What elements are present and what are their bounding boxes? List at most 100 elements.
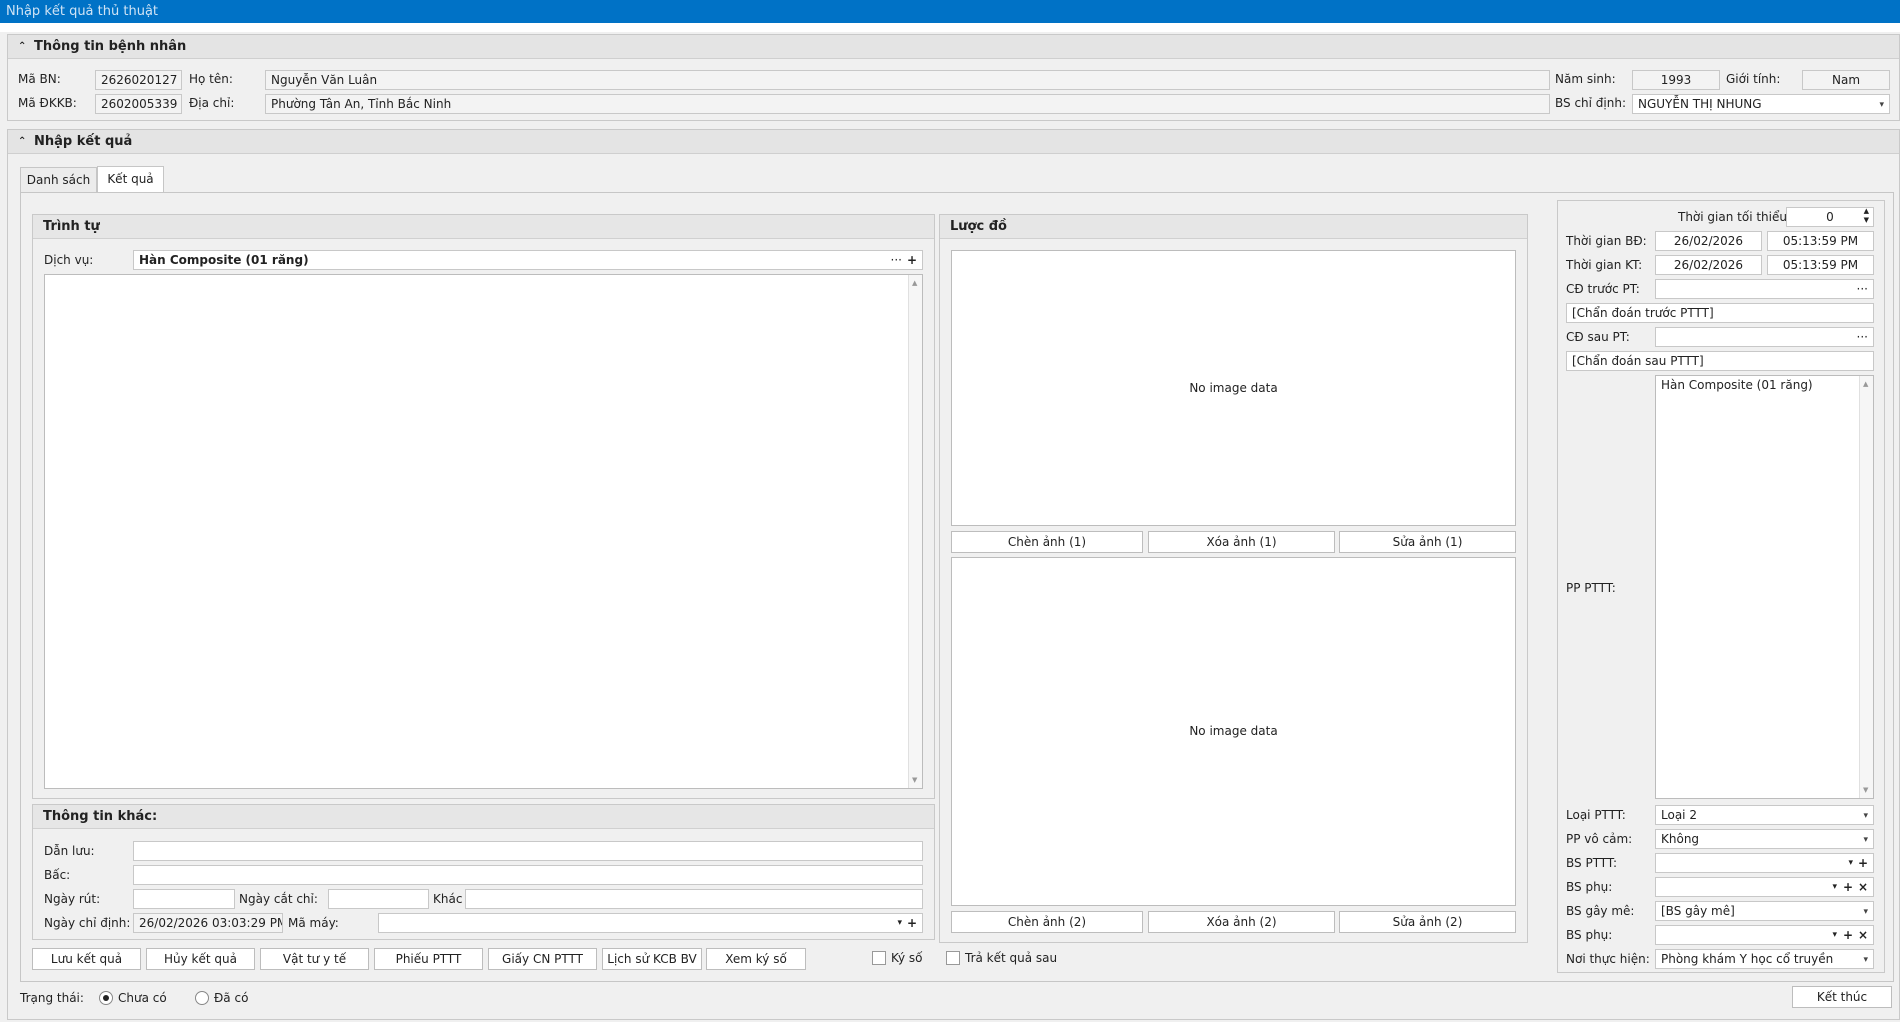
status-chua-co-radio[interactable] [99, 991, 113, 1005]
khac-input[interactable] [465, 889, 923, 909]
pp-pttt-value: Hàn Composite (01 răng) [1661, 378, 1813, 392]
tra-ket-qua-checkbox[interactable] [946, 951, 960, 965]
bs-phu-select[interactable]: ▾ + × [1655, 877, 1874, 897]
insert-image-1-button[interactable]: Chèn ảnh (1) [951, 531, 1143, 553]
status-label: Trạng thái: [20, 991, 84, 1005]
ky-so-checkbox[interactable] [872, 951, 886, 965]
scroll-down-icon[interactable]: ▼ [912, 776, 917, 784]
pp-pttt-scrollbar[interactable]: ▲ ▼ [1859, 376, 1873, 798]
chevron-down-icon[interactable]: ▾ [1832, 926, 1837, 944]
ho-ten-field[interactable]: Nguyễn Văn Luân [265, 70, 1550, 90]
save-result-button[interactable]: Lưu kết quả [32, 948, 141, 970]
chevron-down-icon[interactable]: ▾ [1863, 831, 1868, 848]
plus-icon[interactable]: + [907, 251, 917, 269]
tg-kt-date[interactable]: 26/02/2026 [1655, 255, 1762, 275]
close-icon[interactable]: × [1858, 878, 1868, 896]
nam-sinh-field[interactable]: 1993 [1632, 70, 1720, 90]
ngay-chi-dinh-field[interactable]: 26/02/2026 03:03:29 PM [133, 913, 283, 933]
insert-image-2-button[interactable]: Chèn ảnh (2) [951, 911, 1143, 933]
ellipsis-icon[interactable]: ··· [1857, 280, 1868, 298]
tg-bd-date[interactable]: 26/02/2026 [1655, 231, 1762, 251]
bs-gay-me-value: [BS gây mê] [1661, 904, 1735, 918]
plus-icon[interactable]: + [907, 914, 917, 932]
close-icon[interactable]: × [1858, 926, 1868, 944]
bs-pttt-select[interactable]: ▾ + [1655, 853, 1874, 873]
collapse-icon[interactable]: ⌃ [18, 130, 26, 154]
view-signature-button[interactable]: Xem ký số [706, 948, 806, 970]
bs-gay-me-select[interactable]: [BS gây mê] ▾ [1655, 901, 1874, 921]
pttt-certificate-button[interactable]: Giấy CN PTTT [488, 948, 597, 970]
chevron-down-icon[interactable]: ▾ [1879, 96, 1884, 113]
status-da-co-radio[interactable] [195, 991, 209, 1005]
dia-chi-field[interactable]: Phường Tân An, Tỉnh Bắc Ninh [265, 94, 1550, 114]
tab-ket-qua[interactable]: Kết quả [97, 166, 164, 193]
edit-image-1-button[interactable]: Sửa ảnh (1) [1339, 531, 1516, 553]
scroll-up-icon[interactable]: ▲ [1863, 380, 1868, 388]
chevron-down-icon[interactable]: ▾ [1863, 903, 1868, 920]
ellipsis-icon[interactable]: ··· [1857, 328, 1868, 346]
chevron-down-icon[interactable]: ▾ [1832, 878, 1837, 896]
delete-image-1-button[interactable]: Xóa ảnh (1) [1148, 531, 1335, 553]
result-header[interactable]: ⌃ Nhập kết quả [8, 130, 1899, 154]
finish-button[interactable]: Kết thúc [1792, 986, 1892, 1008]
trinh-tu-editor[interactable]: ▲ ▼ [44, 274, 923, 789]
bs-chi-dinh-select[interactable]: NGUYỄN THỊ NHUNG ▾ [1632, 94, 1890, 114]
tg-bd-time[interactable]: 05:13:59 PM [1767, 231, 1874, 251]
cancel-result-button[interactable]: Hủy kết quả [146, 948, 255, 970]
ma-bn-field[interactable]: 2626020127 [95, 70, 182, 90]
tg-bd-label: Thời gian BĐ: [1566, 234, 1647, 248]
cd-truoc-text[interactable]: [Chẩn đoán trước PTTT] [1566, 303, 1874, 323]
cd-sau-text[interactable]: [Chẩn đoán sau PTTT] [1566, 351, 1874, 371]
ngay-cat-chi-input[interactable] [328, 889, 429, 909]
chevron-down-icon[interactable]: ▾ [1863, 807, 1868, 824]
chevron-down-icon[interactable]: ▾ [1848, 854, 1853, 872]
other-info-header: Thông tin khác: [33, 805, 934, 829]
tg-toi-thieu-spinner[interactable]: 0 ▲ ▼ [1786, 207, 1874, 227]
cd-sau-field[interactable]: ··· [1655, 327, 1874, 347]
noi-thuc-hien-select[interactable]: Phòng khám Y học cổ truyền ▾ [1655, 949, 1874, 969]
image-1-area[interactable]: No image data [951, 250, 1516, 526]
tg-kt-time[interactable]: 05:13:59 PM [1767, 255, 1874, 275]
cd-sau-label: CĐ sau PT: [1566, 330, 1630, 344]
trinh-tu-scrollbar[interactable]: ▲ ▼ [908, 275, 922, 788]
collapse-icon[interactable]: ⌃ [18, 35, 26, 59]
bac-input[interactable] [133, 865, 923, 885]
dan-luu-label: Dẫn lưu: [44, 844, 95, 858]
delete-image-2-button[interactable]: Xóa ảnh (2) [1148, 911, 1335, 933]
title-underline [0, 23, 1900, 32]
gioi-tinh-field[interactable]: Nam [1802, 70, 1890, 90]
ngay-rut-label: Ngày rút: [44, 892, 101, 906]
pttt-form-button[interactable]: Phiếu PTTT [374, 948, 483, 970]
patient-info-header[interactable]: ⌃ Thông tin bệnh nhân [8, 35, 1899, 59]
loai-pttt-value: Loại 2 [1661, 808, 1697, 822]
image-2-area[interactable]: No image data [951, 557, 1516, 906]
ma-may-select[interactable]: ▾ + [378, 913, 923, 933]
ellipsis-icon[interactable]: ··· [891, 251, 902, 269]
scroll-up-icon[interactable]: ▲ [912, 279, 917, 287]
nam-sinh-label: Năm sinh: [1555, 72, 1616, 86]
tab-danh-sach[interactable]: Danh sách [20, 167, 97, 193]
cd-truoc-field[interactable]: ··· [1655, 279, 1874, 299]
chevron-down-icon[interactable]: ▾ [1863, 951, 1868, 968]
bs-phu2-select[interactable]: ▾ + × [1655, 925, 1874, 945]
plus-icon[interactable]: + [1843, 878, 1853, 896]
pp-vo-cam-select[interactable]: Không ▾ [1655, 829, 1874, 849]
khac-label: Khác [433, 892, 463, 906]
ngay-rut-input[interactable] [133, 889, 235, 909]
scroll-down-icon[interactable]: ▼ [1863, 786, 1868, 794]
plus-icon[interactable]: + [1858, 854, 1868, 872]
cd-truoc-label: CĐ trước PT: [1566, 282, 1640, 296]
tg-toi-thieu-label: Thời gian tối thiểu: [1678, 210, 1792, 224]
plus-icon[interactable]: + [1843, 926, 1853, 944]
loai-pttt-select[interactable]: Loại 2 ▾ [1655, 805, 1874, 825]
kcb-history-button[interactable]: Lịch sử KCB BV [602, 948, 702, 970]
chevron-down-icon[interactable]: ▾ [897, 914, 902, 932]
trinh-tu-header: Trình tự [33, 215, 934, 239]
edit-image-2-button[interactable]: Sửa ảnh (2) [1339, 911, 1516, 933]
medical-supplies-button[interactable]: Vật tư y tế [260, 948, 369, 970]
pp-pttt-textarea[interactable]: Hàn Composite (01 răng) ▲ ▼ [1655, 375, 1874, 799]
spinner-icon[interactable]: ▲ ▼ [1864, 208, 1869, 225]
ma-dkkb-field[interactable]: 2602005339 [95, 94, 182, 114]
dich-vu-field[interactable]: Hàn Composite (01 răng) ··· + [133, 250, 923, 270]
dan-luu-input[interactable] [133, 841, 923, 861]
